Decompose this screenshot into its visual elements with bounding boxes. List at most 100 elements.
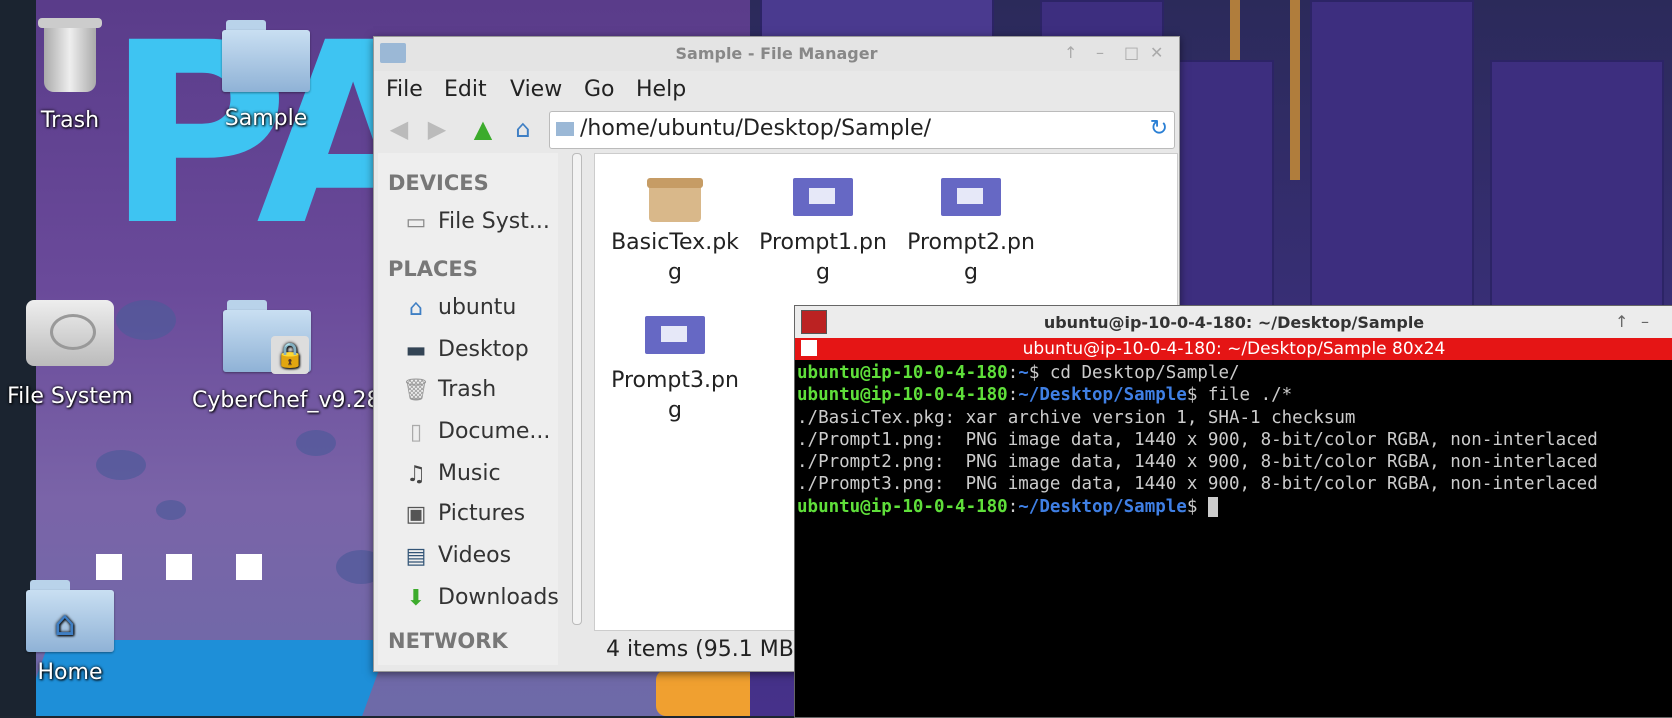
file-name: Prompt1.pn — [759, 230, 887, 255]
sidebar-header-devices: DEVICES — [388, 171, 489, 195]
menu-go[interactable]: Go — [584, 77, 615, 102]
sidebar-header-network: NETWORK — [388, 629, 508, 653]
folder-icon — [222, 20, 310, 92]
titlebar[interactable]: ubuntu@ip-10-0-4-180: ~/Desktop/Sample ↑… — [795, 306, 1672, 338]
terminal-line: ./BasicTex.pkg: xar archive version 1, S… — [797, 407, 1356, 428]
desktop-icon-label: File System — [7, 384, 133, 409]
desktop-icon-label: Sample — [224, 106, 308, 131]
sidebar-item-label: Videos — [438, 543, 512, 568]
desktop-icon-label: CyberChef_v9.28.0 — [192, 388, 402, 413]
sidebar-item-ubuntu[interactable]: ⌂ ubuntu — [398, 291, 558, 327]
lock-icon: 🔒 — [271, 336, 309, 374]
desktop-icon-file-system[interactable]: File System — [5, 300, 135, 412]
file-name: Prompt2.pn — [907, 230, 1035, 255]
terminal-window: ubuntu@ip-10-0-4-180: ~/Desktop/Sample ↑… — [794, 305, 1672, 718]
desktop-icon-label: Trash — [40, 108, 100, 133]
close-icon[interactable]: ✕ — [1150, 43, 1163, 62]
minimize-icon[interactable]: – — [1096, 43, 1104, 62]
home-icon: ⌂ — [409, 296, 423, 321]
download-icon: ⬇ — [406, 586, 426, 611]
document-icon: ▯ — [409, 420, 423, 445]
pictures-icon: ▣ — [405, 502, 427, 527]
shade-icon[interactable]: ↑ — [1615, 312, 1628, 331]
text-cursor — [1207, 496, 1218, 517]
home-icon[interactable]: ⌂ — [508, 115, 538, 143]
menu-edit[interactable]: Edit — [444, 77, 487, 102]
terminal-output[interactable]: ubuntu@ip-10-0-4-180:~$ cd Desktop/Sampl… — [797, 362, 1672, 712]
sidebar-item-pictures[interactable]: ▣ Pictures — [398, 497, 558, 533]
sidebar-item-documents[interactable]: ▯ Docume... — [398, 415, 558, 451]
terminal-line: ./Prompt2.png: PNG image data, 1440 x 90… — [797, 452, 1598, 473]
locked-folder-icon: 🔒 — [223, 300, 311, 374]
trash-icon: 🗑 — [402, 378, 430, 403]
sidebar: DEVICES ▭ File Syst... PLACES ⌂ ubuntu ▬… — [378, 153, 559, 665]
forward-arrow-icon[interactable]: ▶ — [422, 115, 452, 143]
file-item[interactable]: Prompt1.pn g — [753, 168, 893, 288]
sidebar-item-label: Pictures — [438, 501, 526, 526]
minimize-icon[interactable]: – — [1641, 312, 1649, 331]
sidebar-scrollbar[interactable] — [572, 153, 582, 625]
menu-help[interactable]: Help — [636, 77, 686, 102]
toolbar: ◀ ▶ ▲ ⌂ /home/ubuntu/Desktop/Sample/ ↻ — [374, 107, 1179, 151]
sidebar-item-label: Docume... — [438, 419, 551, 444]
workspace-dot — [96, 554, 122, 580]
refresh-icon[interactable]: ↻ — [1150, 116, 1168, 141]
up-arrow-icon[interactable]: ▲ — [468, 115, 498, 143]
window-title: ubuntu@ip-10-0-4-180: ~/Desktop/Sample — [1043, 313, 1425, 332]
folder-icon — [556, 122, 574, 136]
file-name-cont: g — [668, 260, 682, 285]
maximize-icon[interactable]: □ — [1124, 43, 1139, 62]
sidebar-header-places: PLACES — [388, 257, 478, 281]
sidebar-item-label: File Syst... — [438, 209, 550, 234]
sidebar-item-desktop[interactable]: ▬ Desktop — [398, 333, 558, 369]
file-item[interactable]: BasicTex.pk g — [605, 178, 745, 288]
videos-icon: ▤ — [405, 544, 427, 569]
file-name-cont: g — [668, 398, 682, 423]
image-thumbnail-icon — [645, 316, 705, 354]
shade-icon[interactable]: ↑ — [1064, 43, 1077, 62]
sidebar-item-downloads[interactable]: ⬇ Downloads — [398, 581, 559, 617]
location-bar[interactable]: /home/ubuntu/Desktop/Sample/ ↻ — [549, 111, 1175, 149]
sidebar-item-label: Downloads — [438, 585, 559, 610]
sidebar-item-label: Trash — [438, 377, 497, 402]
sidebar-item-file-system[interactable]: ▭ File Syst... — [398, 205, 558, 241]
desktop-icon-home[interactable]: ⌂ Home — [5, 580, 135, 688]
desktop-icon: ▬ — [405, 338, 427, 363]
package-icon — [647, 178, 703, 222]
location-path: /home/ubuntu/Desktop/Sample/ — [580, 116, 932, 141]
terminal-tab-bar: ubuntu@ip-10-0-4-180: ~/Desktop/Sample 8… — [795, 338, 1672, 360]
titlebar[interactable]: Sample - File Manager ↑ – □ ✕ — [374, 37, 1179, 72]
sidebar-item-music[interactable]: ♫ Music — [398, 457, 558, 493]
home-folder-icon: ⌂ — [26, 580, 114, 652]
sidebar-item-videos[interactable]: ▤ Videos — [398, 539, 558, 575]
workspace-dot — [236, 554, 262, 580]
sidebar-item-label: Music — [438, 461, 501, 486]
terminal-tab-title: ubuntu@ip-10-0-4-180: ~/Desktop/Sample 8… — [1022, 339, 1446, 359]
file-item[interactable]: Prompt3.pn g — [605, 306, 745, 426]
sidebar-item-label: ubuntu — [438, 295, 517, 320]
terminal-line: ubuntu@ip-10-0-4-180:~/Desktop/Sample$ f… — [797, 385, 1293, 406]
desktop-icon-cyberchef[interactable]: 🔒 CyberChef_v9.28.0 — [192, 300, 402, 416]
terminal-line: ./Prompt3.png: PNG image data, 1440 x 90… — [797, 474, 1598, 495]
menubar: File Edit View Go Help — [374, 71, 1179, 107]
image-thumbnail-icon — [941, 178, 1001, 216]
file-name-cont: g — [816, 260, 830, 285]
desktop-icon-sample[interactable]: Sample — [201, 20, 331, 134]
file-name: BasicTex.pk — [611, 230, 739, 255]
back-arrow-icon[interactable]: ◀ — [384, 115, 414, 143]
image-thumbnail-icon — [793, 178, 853, 216]
file-name: Prompt3.pn — [611, 368, 739, 393]
music-icon: ♫ — [406, 462, 426, 487]
file-name-cont: g — [964, 260, 978, 285]
menu-view[interactable]: View — [510, 77, 562, 102]
workspace-dot — [166, 554, 192, 580]
terminal-line: ./Prompt1.png: PNG image data, 1440 x 90… — [797, 429, 1598, 450]
sidebar-item-label: Desktop — [438, 337, 529, 362]
menu-file[interactable]: File — [386, 77, 423, 102]
drive-icon: ▭ — [405, 210, 427, 235]
terminal-line: ubuntu@ip-10-0-4-180:~/Desktop/Sample$ — [797, 496, 1672, 518]
sidebar-item-trash[interactable]: 🗑 Trash — [398, 373, 558, 409]
file-item[interactable]: Prompt2.pn g — [901, 168, 1041, 288]
hard-drive-icon — [26, 300, 114, 366]
desktop-icon-trash[interactable]: Trash — [5, 18, 135, 136]
